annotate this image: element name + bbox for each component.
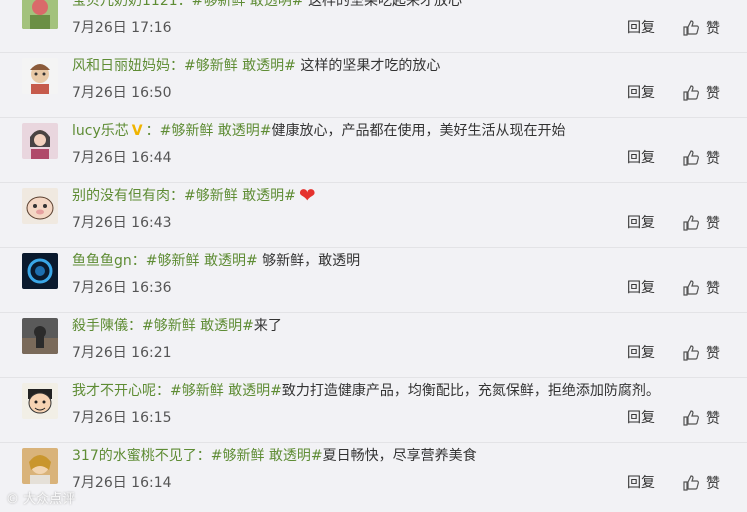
colon: ： [156, 383, 170, 399]
comment-content: 别的没有但有肉：#够新鲜 敢透明# ❤ [72, 185, 737, 207]
avatar[interactable] [22, 253, 58, 289]
username-link[interactable]: 317的水蜜桃不见了 [72, 448, 197, 464]
avatar[interactable] [22, 448, 58, 484]
colon: ： [177, 0, 192, 9]
comment-list: 宝贝儿奶奶1121：#够新鲜 敢透明# 这样的坚果吃起来才放心 7月26日 17… [0, 0, 747, 512]
timestamp: 7月26日 16:50 [72, 85, 172, 101]
like-button[interactable]: 赞 [682, 407, 720, 429]
comment-content: 风和日丽妞妈妈：#够新鲜 敢透明# 这样的坚果才吃的放心 [72, 55, 737, 77]
comment-text: 健康放心，产品都在使用，美好生活从现在开始 [271, 123, 566, 139]
reply-button[interactable]: 回复 [627, 278, 655, 298]
timestamp: 7月26日 16:15 [72, 410, 172, 426]
reply-button[interactable]: 回复 [627, 18, 655, 38]
comment-content: lucy乐芯 V ：#够新鲜 敢透明#健康放心，产品都在使用，美好生活从现在开始 [72, 120, 737, 142]
comment-row: 我才不开心呢：#够新鲜 敢透明#致力打造健康产品，均衡配比，充氮保鲜，拒绝添加防… [0, 378, 747, 443]
comment-row: 宝贝儿奶奶1121：#够新鲜 敢透明# 这样的坚果吃起来才放心 7月26日 17… [0, 0, 747, 53]
like-label: 赞 [706, 411, 720, 427]
comment-content: 317的水蜜桃不见了：#够新鲜 敢透明#夏日畅快，尽享营养美食 [72, 445, 737, 467]
thumbs-up-icon [683, 475, 699, 491]
like-label: 赞 [706, 346, 720, 362]
comment-content: 殺手陳儀：#够新鲜 敢透明#来了 [72, 315, 737, 337]
hashtag-link[interactable]: #够新鲜 敢透明# [160, 123, 272, 139]
avatar[interactable] [22, 318, 58, 354]
hashtag-link[interactable]: #够新鲜 敢透明# [170, 383, 282, 399]
username-link[interactable]: 鱼鱼鱼gn [72, 253, 132, 269]
comment-row: 风和日丽妞妈妈：#够新鲜 敢透明# 这样的坚果才吃的放心 7月26日 16:50… [0, 53, 747, 118]
like-label: 赞 [706, 281, 720, 297]
username-link[interactable]: 宝贝儿奶奶1121 [72, 0, 178, 9]
comment-content: 宝贝儿奶奶1121：#够新鲜 敢透明# 这样的坚果吃起来才放心 [72, 0, 737, 12]
username-link[interactable]: lucy乐芯 [72, 123, 129, 139]
thumbs-up-icon [683, 20, 699, 36]
avatar[interactable] [22, 123, 58, 159]
like-label: 赞 [706, 151, 720, 167]
username-link[interactable]: 我才不开心呢 [72, 383, 156, 399]
comment-row: 317的水蜜桃不见了：#够新鲜 敢透明#夏日畅快，尽享营养美食 7月26日 16… [0, 443, 747, 508]
avatar[interactable] [22, 58, 58, 94]
like-button[interactable]: 赞 [682, 212, 720, 234]
comment-text: 这样的坚果才吃的放心 [295, 58, 441, 74]
like-button[interactable]: 赞 [682, 17, 720, 39]
comment-text: 夏日畅快，尽享营养美食 [322, 448, 477, 464]
like-button[interactable]: 赞 [682, 147, 720, 169]
thumbs-up-icon [683, 85, 699, 101]
username-link[interactable]: 殺手陳儀 [72, 318, 128, 334]
heart-icon: ❤ [298, 183, 316, 207]
comment-text: 致力打造健康产品，均衡配比，充氮保鲜，拒绝添加防腐剂。 [281, 383, 660, 399]
hashtag-link[interactable]: #够新鲜 敢透明# [184, 58, 296, 74]
colon: ： [170, 188, 184, 204]
reply-button[interactable]: 回复 [627, 148, 655, 168]
timestamp: 7月26日 16:43 [72, 215, 172, 231]
comment-row: lucy乐芯 V ：#够新鲜 敢透明#健康放心，产品都在使用，美好生活从现在开始 7… [0, 118, 747, 183]
comment-row: 别的没有但有肉：#够新鲜 敢透明# ❤ 7月26日 16:43 回复 赞 [0, 183, 747, 248]
timestamp: 7月26日 16:44 [72, 150, 172, 166]
reply-button[interactable]: 回复 [627, 213, 655, 233]
comment-text: 来了 [253, 318, 282, 334]
like-button[interactable]: 赞 [682, 342, 720, 364]
hashtag-link[interactable]: #够新鲜 敢透明# [142, 318, 254, 334]
like-button[interactable]: 赞 [682, 82, 720, 104]
comment-row: 鱼鱼鱼gn：#够新鲜 敢透明# 够新鲜，敢透明 7月26日 16:36 回复 赞 [0, 248, 747, 313]
timestamp: 7月26日 16:36 [72, 280, 172, 296]
thumbs-up-icon [683, 215, 699, 231]
like-button[interactable]: 赞 [682, 472, 720, 494]
colon: ： [196, 448, 211, 464]
comment-row: 殺手陳儀：#够新鲜 敢透明#来了 7月26日 16:21 回复 赞 [0, 313, 747, 378]
avatar[interactable] [22, 0, 58, 29]
colon: ： [128, 318, 142, 334]
thumbs-up-icon [683, 345, 699, 361]
timestamp: 7月26日 16:21 [72, 345, 172, 361]
thumbs-up-icon [683, 280, 699, 296]
username-link[interactable]: 风和日丽妞妈妈 [72, 58, 170, 74]
comment-content: 我才不开心呢：#够新鲜 敢透明#致力打造健康产品，均衡配比，充氮保鲜，拒绝添加防… [72, 380, 737, 402]
reply-button[interactable]: 回复 [627, 83, 655, 103]
hashtag-link[interactable]: #够新鲜 敢透明# [192, 0, 304, 9]
timestamp: 7月26日 17:16 [72, 20, 172, 36]
reply-button[interactable]: 回复 [627, 473, 655, 493]
reply-button[interactable]: 回复 [627, 408, 655, 428]
comment-text: 够新鲜，敢透明 [257, 253, 361, 269]
like-label: 赞 [706, 216, 720, 232]
avatar[interactable] [22, 188, 58, 224]
colon: ： [145, 123, 160, 139]
comment-content: 鱼鱼鱼gn：#够新鲜 敢透明# 够新鲜，敢透明 [72, 250, 737, 272]
watermark: © 大众点评 [6, 492, 76, 507]
hashtag-link[interactable]: #够新鲜 敢透明# [184, 188, 296, 204]
like-label: 赞 [706, 21, 720, 37]
colon: ： [131, 253, 146, 269]
verified-badge-icon: V [131, 123, 143, 139]
like-label: 赞 [706, 476, 720, 492]
like-button[interactable]: 赞 [682, 277, 720, 299]
reply-button[interactable]: 回复 [627, 343, 655, 363]
thumbs-up-icon [683, 410, 699, 426]
timestamp: 7月26日 16:14 [72, 475, 172, 491]
hashtag-link[interactable]: #够新鲜 敢透明# [146, 253, 258, 269]
colon: ： [170, 58, 184, 74]
hashtag-link[interactable]: #够新鲜 敢透明# [211, 448, 323, 464]
avatar[interactable] [22, 383, 58, 419]
username-link[interactable]: 别的没有但有肉 [72, 188, 170, 204]
thumbs-up-icon [683, 150, 699, 166]
comment-text: 这样的坚果吃起来才放心 [303, 0, 463, 9]
like-label: 赞 [706, 86, 720, 102]
